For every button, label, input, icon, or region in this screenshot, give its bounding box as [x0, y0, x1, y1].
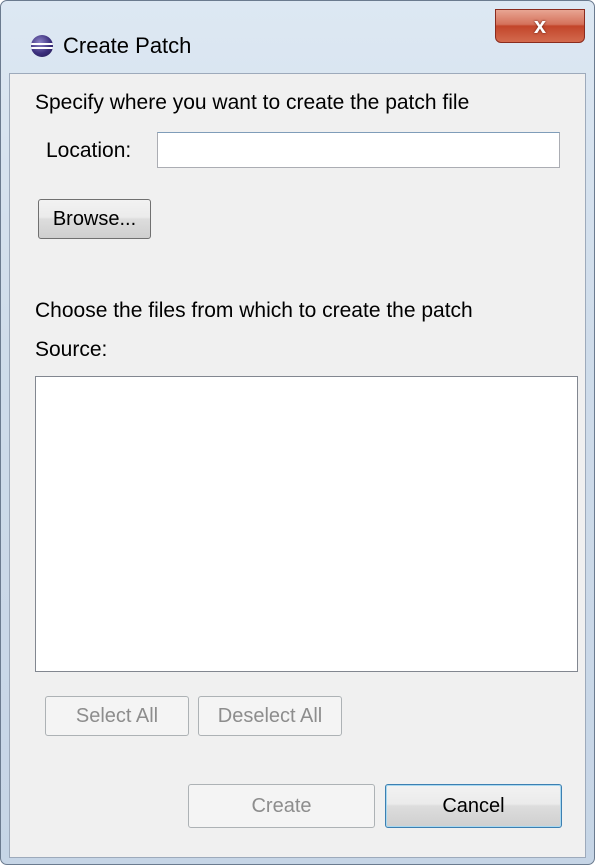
source-tree[interactable]	[35, 376, 578, 672]
location-label: Location:	[46, 139, 132, 162]
location-input[interactable]	[157, 132, 560, 168]
location-instruction: Specify where you want to create the pat…	[35, 91, 470, 114]
dialog-content: Specify where you want to create the pat…	[9, 73, 586, 858]
close-icon: x	[533, 13, 547, 38]
browse-button[interactable]: Browse...	[38, 199, 151, 239]
deselect-all-button[interactable]: Deselect All	[198, 696, 342, 736]
cancel-button[interactable]: Cancel	[385, 784, 562, 828]
source-instruction: Choose the files from which to create th…	[35, 299, 473, 322]
close-button[interactable]: x	[495, 9, 585, 43]
window-title: Create Patch	[63, 33, 192, 58]
source-label: Source:	[35, 338, 108, 361]
create-patch-dialog: Create Patch x Specify where you want to…	[0, 0, 595, 865]
create-button[interactable]: Create	[188, 784, 375, 828]
select-all-button[interactable]: Select All	[45, 696, 189, 736]
eclipse-icon	[31, 35, 53, 57]
title-bar[interactable]: Create Patch x	[1, 1, 594, 58]
